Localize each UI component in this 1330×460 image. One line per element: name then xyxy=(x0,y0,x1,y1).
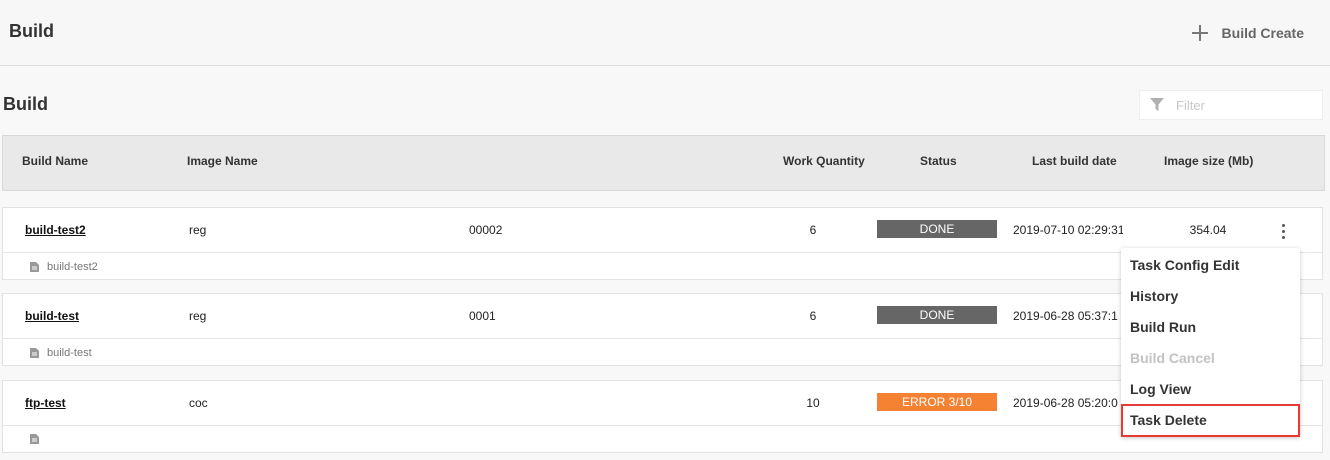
image-name: reg xyxy=(189,223,207,237)
document-icon xyxy=(30,348,39,358)
document-icon xyxy=(30,434,39,444)
row-main: build-test2 reg 00002 6 DONE 2019-07-10 … xyxy=(3,208,1322,253)
menu-item-history[interactable]: History xyxy=(1121,281,1300,312)
column-status[interactable]: Status xyxy=(920,154,957,168)
last-build-date: 2019-06-28 05:20:0 xyxy=(1013,396,1118,410)
row-sub xyxy=(30,434,39,444)
menu-item-task-config-edit[interactable]: Task Config Edit xyxy=(1121,250,1300,281)
build-name-link[interactable]: build-test xyxy=(25,309,79,323)
table-header: Build Name Image Name Work Quantity Stat… xyxy=(2,135,1325,191)
column-build-name[interactable]: Build Name xyxy=(22,154,88,168)
status-badge: DONE xyxy=(877,306,997,324)
menu-item-task-delete[interactable]: Task Delete xyxy=(1121,404,1300,437)
more-vertical-icon[interactable] xyxy=(1275,222,1291,240)
filter-box[interactable] xyxy=(1139,90,1323,120)
section-title: Build xyxy=(3,94,48,114)
build-name-link[interactable]: build-test2 xyxy=(25,223,86,237)
status-badge: ERROR 3/10 xyxy=(877,393,997,411)
last-build-date: 2019-06-28 05:37:1 xyxy=(1013,309,1118,323)
document-icon xyxy=(30,262,39,272)
filter-input[interactable] xyxy=(1176,97,1316,113)
image-tag: 0001 xyxy=(469,309,496,323)
row-sub: build-test2 xyxy=(30,261,98,273)
column-last-build-date[interactable]: Last build date xyxy=(1032,154,1117,168)
work-quantity: 10 xyxy=(806,396,820,410)
plus-icon xyxy=(1191,25,1208,41)
build-name-link[interactable]: ftp-test xyxy=(25,396,66,410)
column-work-quantity[interactable]: Work Quantity xyxy=(783,154,865,168)
filter-icon xyxy=(1150,98,1164,111)
image-name: reg xyxy=(189,309,207,323)
row-sub: build-test xyxy=(30,347,92,359)
menu-item-build-cancel: Build Cancel xyxy=(1130,350,1215,366)
menu-item-log-view[interactable]: Log View xyxy=(1121,374,1300,405)
row-sub-label: build-test2 xyxy=(47,261,98,273)
work-quantity: 6 xyxy=(809,309,817,323)
column-image-name[interactable]: Image Name xyxy=(187,154,258,168)
top-bar: Build Build Create xyxy=(0,0,1330,66)
menu-item-build-run[interactable]: Build Run xyxy=(1121,312,1300,343)
work-quantity: 6 xyxy=(809,223,817,237)
image-tag: 00002 xyxy=(469,223,503,237)
build-create-button[interactable]: Build Create xyxy=(1190,22,1304,44)
last-build-date: 2019-07-10 02:29:31 xyxy=(1013,223,1123,237)
image-size: 354.04 xyxy=(1189,223,1227,237)
page-title: Build xyxy=(9,21,54,41)
column-image-size[interactable]: Image size (Mb) xyxy=(1164,154,1253,168)
row-sub-label: build-test xyxy=(47,347,92,359)
image-name: coc xyxy=(189,396,208,410)
build-create-label: Build Create xyxy=(1221,25,1304,41)
status-badge: DONE xyxy=(877,220,997,238)
row-context-menu: Task Config Edit History Build Run Build… xyxy=(1121,248,1300,437)
